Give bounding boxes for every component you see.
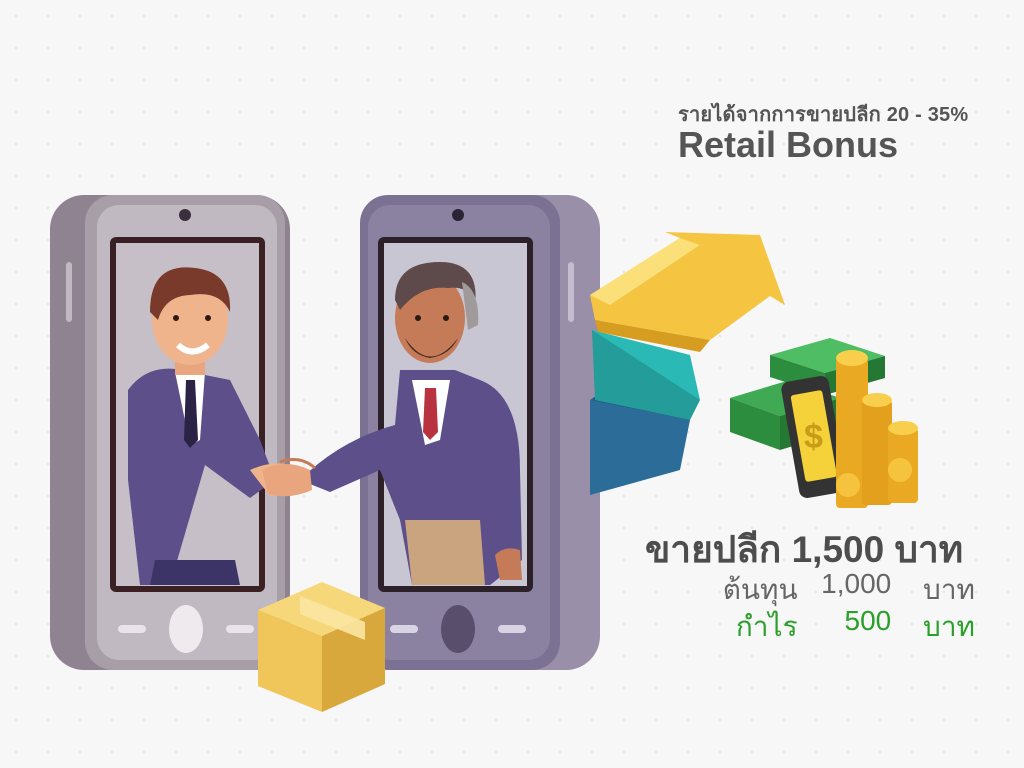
up-arrow-icon <box>590 232 785 495</box>
package-box-icon <box>258 582 385 712</box>
profit-row: กำไร 500 บาท <box>640 605 975 649</box>
profit-label: กำไร <box>735 611 798 642</box>
profit-value: 500 <box>844 605 892 636</box>
retail-bonus-title: Retail Bonus <box>678 124 899 165</box>
svg-text:$: $ <box>804 418 823 456</box>
profit-unit: บาท <box>923 611 975 642</box>
